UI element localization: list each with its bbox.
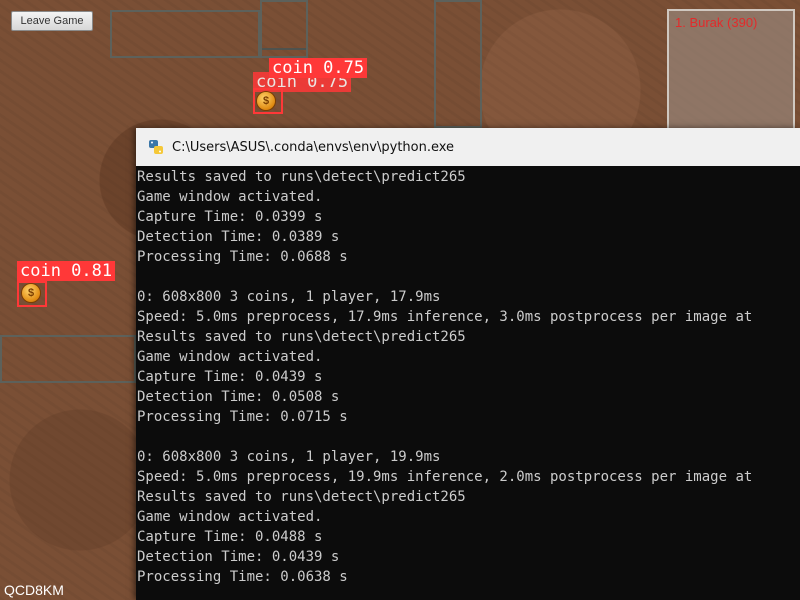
console-line: Processing Time: 0.0638 s (137, 569, 348, 585)
console-line: Detection Time: 0.0439 s (137, 549, 340, 565)
coin-icon[interactable]: $ (257, 92, 275, 110)
leave-game-button[interactable]: Leave Game (11, 11, 93, 31)
detection-label: coin 0.75 (269, 58, 368, 78)
coin-icon[interactable]: $ (22, 284, 40, 302)
console-titlebar[interactable]: C:\Users\ASUS\.conda\envs\env\python.exe (136, 128, 800, 166)
console-line: Game window activated. (137, 189, 323, 205)
console-title: C:\Users\ASUS\.conda\envs\env\python.exe (172, 139, 455, 155)
console-line: Detection Time: 0.0508 s (137, 389, 340, 405)
python-icon (149, 140, 163, 154)
console-line: Results saved to runs\detect\predict265 (137, 169, 466, 185)
console-line: Game window activated. (137, 349, 323, 365)
console-line: Results saved to runs\detect\predict265 (137, 489, 466, 505)
console-line: Capture Time: 0.0439 s (137, 369, 323, 385)
console-line: Speed: 5.0ms preprocess, 17.9ms inferenc… (137, 309, 753, 325)
detection-label: coin 0.81 (17, 261, 116, 281)
console-line: Results saved to runs\detect\predict265 (137, 329, 466, 345)
console-output[interactable]: Results saved to runs\detect\predict265 G… (136, 166, 800, 599)
stone-wall-pillar (434, 0, 482, 128)
stone-wall-left-horizontal (0, 335, 136, 383)
watermark-text: QCD8KM (4, 582, 64, 598)
console-window[interactable]: C:\Users\ASUS\.conda\envs\env\python.exe… (136, 128, 800, 600)
console-line: 0: 608x800 3 coins, 1 player, 17.9ms (137, 289, 441, 305)
console-line: Capture Time: 0.0488 s (137, 529, 323, 545)
leaderboard-entry: 1. Burak (390) (675, 15, 758, 30)
console-line: Speed: 5.0ms preprocess, 19.9ms inferenc… (137, 469, 753, 485)
console-line: Detection Time: 0.0389 s (137, 229, 340, 245)
console-line: Game window activated. (137, 509, 323, 525)
console-line: 0: 608x800 3 coins, 1 player, 19.9ms (137, 449, 441, 465)
stone-wall-top-horizontal (110, 10, 260, 58)
console-line: Processing Time: 0.0715 s (137, 409, 348, 425)
console-line: Processing Time: 0.0688 s (137, 249, 348, 265)
leaderboard-panel: 1. Burak (390) (667, 9, 795, 131)
console-line: Capture Time: 0.0399 s (137, 209, 323, 225)
stone-wall-top-vertical (260, 0, 308, 58)
